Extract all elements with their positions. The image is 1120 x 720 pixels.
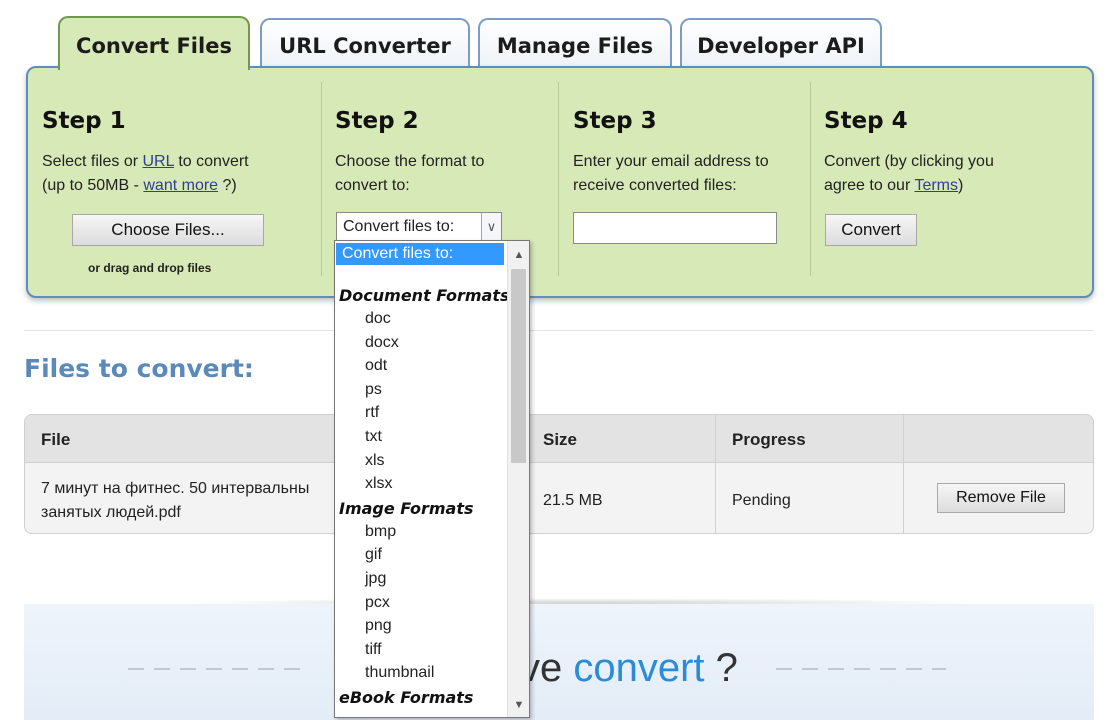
step-4-title: Step 4 <box>824 108 908 134</box>
dropdown-option[interactable]: bmp <box>365 523 396 541</box>
step-3-title: Step 3 <box>573 108 657 134</box>
dropdown-option[interactable]: pcx <box>365 594 390 612</box>
step-4-text: ) <box>958 177 964 194</box>
terms-link[interactable]: Terms <box>914 177 958 194</box>
step-1-text: ?) <box>218 177 237 194</box>
format-select-value: Convert files to: <box>343 218 455 235</box>
format-select[interactable]: Convert files to: ∨ <box>336 212 502 242</box>
table-row-size: 21.5 MB <box>543 492 603 509</box>
column-divider <box>715 415 716 533</box>
step-4-text: agree to our <box>824 177 915 194</box>
column-header-size: Size <box>543 430 578 449</box>
tab-manage-files[interactable]: Manage Files <box>478 18 672 68</box>
banner-text: ? <box>704 646 738 690</box>
column-divider <box>810 82 811 276</box>
url-link[interactable]: URL <box>142 153 173 170</box>
email-field[interactable] <box>573 212 777 244</box>
dropdown-option[interactable]: gif <box>365 546 382 564</box>
remove-file-button[interactable]: Remove File <box>937 483 1065 513</box>
table-header: File Size Progress <box>25 415 1093 463</box>
column-header-progress: Progress <box>732 430 806 449</box>
convert-button[interactable]: Convert <box>825 214 917 246</box>
dropdown-scrollbar[interactable]: ▲ ▼ <box>507 241 529 717</box>
want-more-link[interactable]: want more <box>143 177 218 194</box>
dropdown-option[interactable]: ps <box>365 381 382 399</box>
dropdown-option[interactable]: rtf <box>365 404 379 422</box>
tab-developer-api[interactable]: Developer API <box>680 18 882 68</box>
step-1-text: (up to 50MB - <box>42 177 144 194</box>
chevron-down-icon[interactable]: ∨ <box>481 213 501 241</box>
dropdown-option[interactable]: thumbnail <box>365 664 434 682</box>
dropdown-option[interactable]: tiff <box>365 641 382 659</box>
dropdown-option[interactable]: doc <box>365 310 391 328</box>
step-2-description: Choose the format to convert to: <box>335 150 484 198</box>
tab-convert-files[interactable]: Convert Files <box>58 16 250 70</box>
step-3-description: Enter your email address to receive conv… <box>573 150 769 198</box>
drag-drop-hint: or drag and drop files <box>88 261 212 275</box>
dropdown-option-selected[interactable]: Convert files to: <box>336 243 504 265</box>
banner-headline: ve convert ? <box>520 646 738 691</box>
banner-dash-right <box>776 668 946 670</box>
step-1-text: to convert <box>173 153 249 170</box>
dropdown-option[interactable]: xls <box>365 452 385 470</box>
dropdown-option[interactable]: odt <box>365 357 387 375</box>
step-1-title: Step 1 <box>42 108 126 134</box>
step-1-text: Select files or <box>42 153 143 170</box>
step-2-title: Step 2 <box>335 108 419 134</box>
banner-dash-left <box>128 668 300 670</box>
dropdown-option[interactable]: docx <box>365 334 399 352</box>
dropdown-option[interactable]: txt <box>365 428 382 446</box>
dropdown-group-image: Image Formats <box>339 499 474 518</box>
column-divider <box>558 82 559 276</box>
step-2-text: Choose the format to <box>335 153 485 170</box>
files-table: File Size Progress 7 минут на фитнес. 50… <box>24 414 1094 534</box>
file-name-line: занятых людей.pdf <box>41 504 181 521</box>
files-to-convert-heading: Files to convert: <box>24 354 254 383</box>
chevron-down-icon[interactable]: ▼ <box>508 695 529 715</box>
column-divider <box>903 415 904 533</box>
tab-url-converter[interactable]: URL Converter <box>260 18 470 68</box>
divider <box>24 330 1094 331</box>
step-2-text: convert to: <box>335 177 410 194</box>
choose-files-button[interactable]: Choose Files... <box>72 214 264 246</box>
chevron-up-icon[interactable]: ▲ <box>508 245 529 265</box>
dropdown-group-ebook: eBook Formats <box>339 688 474 707</box>
tab-bar: Convert Files URL Converter Manage Files… <box>58 14 888 70</box>
step-3-text: receive converted files: <box>573 177 737 194</box>
format-dropdown-list[interactable]: Convert files to: Document Formats doc d… <box>334 240 530 718</box>
file-name-line: 7 минут на фитнес. 50 интервальны <box>41 480 310 497</box>
table-row-progress: Pending <box>732 492 791 509</box>
step-3-text: Enter your email address to <box>573 153 769 170</box>
conversion-steps-panel: Step 1 Select files or URL to convert (u… <box>26 66 1094 298</box>
step-4-text: Convert (by clicking you <box>824 153 994 170</box>
step-4-description: Convert (by clicking you agree to our Te… <box>824 150 994 198</box>
scrollbar-thumb[interactable] <box>511 269 526 463</box>
dropdown-option[interactable]: xlsx <box>365 475 393 493</box>
dropdown-group-document: Document Formats <box>339 286 510 305</box>
column-header-file: File <box>41 430 71 449</box>
dropdown-option[interactable]: jpg <box>365 570 386 588</box>
step-1-description: Select files or URL to convert (up to 50… <box>42 150 249 198</box>
banner-accent: convert <box>573 646 705 690</box>
dropdown-option[interactable]: png <box>365 617 392 635</box>
table-row-file-name: 7 минут на фитнес. 50 интервальны заняты… <box>41 477 309 525</box>
column-divider <box>321 82 322 276</box>
